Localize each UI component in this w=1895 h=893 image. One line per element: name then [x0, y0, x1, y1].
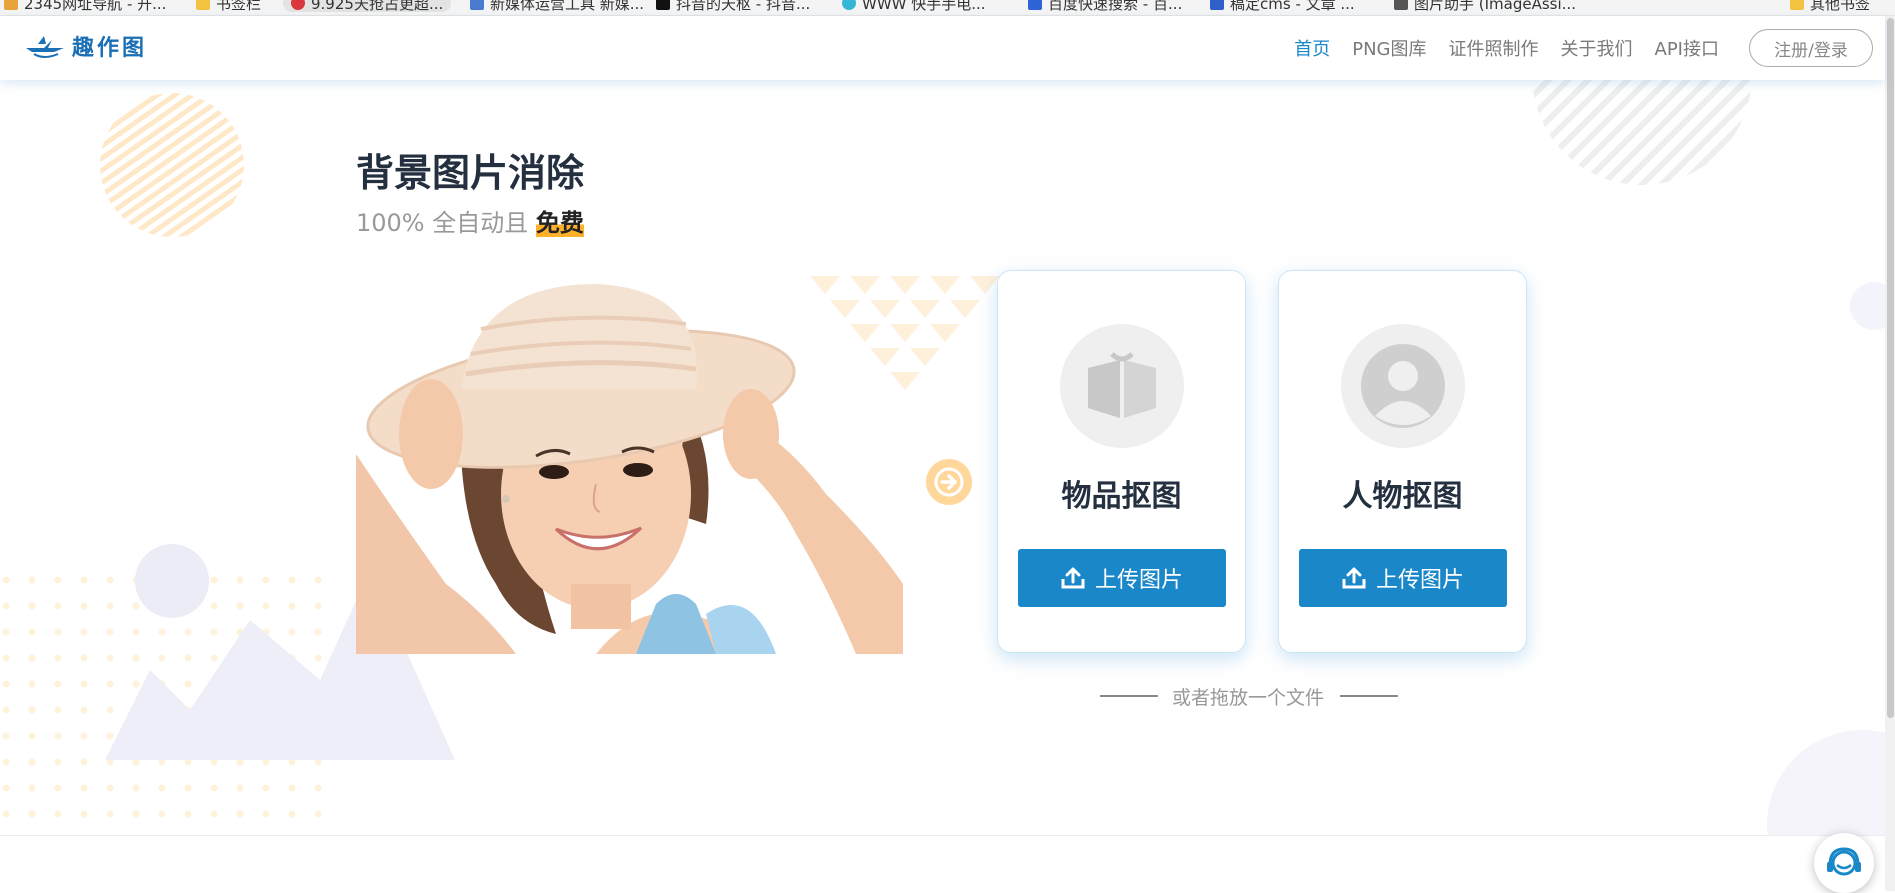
arrow-right-icon [926, 459, 972, 505]
bookmark-item[interactable]: WWW 快手手电... [842, 0, 986, 13]
page-scrollbar[interactable] [1885, 16, 1895, 891]
bookmark-item[interactable]: 9.925天抢占更超... [283, 0, 452, 13]
headset-icon [1827, 847, 1861, 876]
folder-icon [196, 0, 210, 10]
site-header: 趣作图 首页 PNG图库 证件照制作 关于我们 API接口 注册/登录 [0, 16, 1885, 80]
open-book-icon [1060, 324, 1184, 448]
upload-button-label: 上传图片 [1094, 568, 1183, 593]
site-logo[interactable]: 趣作图 [24, 30, 147, 62]
bookmark-item[interactable]: 稿定cms - 文章 ... [1210, 0, 1355, 13]
section-divider [0, 835, 1885, 836]
customer-support-button[interactable] [1814, 833, 1874, 893]
baidu-icon [1028, 0, 1042, 10]
nav-home[interactable]: 首页 [1294, 35, 1330, 61]
upload-icon [1342, 567, 1366, 589]
divider-line [1100, 695, 1158, 697]
site-favicon-icon [4, 0, 18, 10]
bookmark-item[interactable]: 抖音的天枢 - 抖音... [656, 0, 810, 13]
bird-logo-icon [26, 36, 64, 58]
bookmark-folder[interactable]: 书签栏 [196, 0, 261, 13]
divider-line [1340, 695, 1398, 697]
upload-image-button[interactable]: 上传图片 [1018, 549, 1226, 607]
logo-text: 趣作图 [72, 35, 148, 61]
nav-id-photo[interactable]: 证件照制作 [1449, 35, 1539, 61]
background-decoration [0, 80, 1885, 835]
upload-icon [1061, 567, 1085, 589]
image-assistant-icon [1394, 0, 1408, 10]
site-favicon-icon [842, 0, 856, 10]
register-login-button[interactable]: 注册/登录 [1749, 29, 1873, 67]
nav-about-us[interactable]: 关于我们 [1561, 35, 1633, 61]
card-title: 物品抠图 [1061, 479, 1182, 514]
tiktok-icon [656, 0, 670, 10]
site-favicon-icon [291, 0, 305, 10]
card-title: 人物抠图 [1342, 479, 1463, 514]
nav-api[interactable]: API接口 [1655, 35, 1719, 61]
main-nav: 首页 PNG图库 证件照制作 关于我们 API接口 注册/登录 [1272, 16, 1885, 80]
upload-image-button[interactable]: 上传图片 [1299, 549, 1507, 607]
bookmark-item[interactable]: 百度快速搜索 - 百... [1028, 0, 1182, 13]
bookmark-item[interactable]: 新媒体运营工具 新媒... [470, 0, 644, 13]
drag-drop-hint[interactable]: 或者拖放一个文件 [1172, 683, 1324, 710]
site-favicon-icon [470, 0, 484, 10]
person-avatar-icon [1341, 324, 1465, 448]
object-cutout-card[interactable]: 物品抠图 上传图片 [997, 270, 1246, 653]
sample-cutout-photo [356, 284, 903, 654]
subtitle-free-highlight: 免费 [535, 209, 584, 237]
subtitle-prefix: 100% 全自动且 [356, 209, 529, 237]
page-title: 背景图片消除 [356, 151, 585, 195]
bookmark-item[interactable]: 2345网址导航 - 开... [4, 0, 166, 13]
upload-button-label: 上传图片 [1375, 568, 1464, 593]
person-cutout-card[interactable]: 人物抠图 上传图片 [1278, 270, 1527, 653]
page-subtitle: 100% 全自动且 免费 [356, 203, 584, 238]
bookmark-folder-other[interactable]: 其他书签 [1790, 0, 1870, 13]
bookmark-item[interactable]: 图片助手 (ImageAssi... [1394, 0, 1576, 13]
site-favicon-icon [1210, 0, 1224, 10]
bookmarks-bar: 2345网址导航 - 开... 书签栏 9.925天抢占更超... 新媒体运营工… [0, 0, 1895, 16]
scrollbar-thumb[interactable] [1887, 18, 1894, 718]
folder-icon [1790, 0, 1804, 10]
nav-png-library[interactable]: PNG图库 [1352, 35, 1426, 61]
